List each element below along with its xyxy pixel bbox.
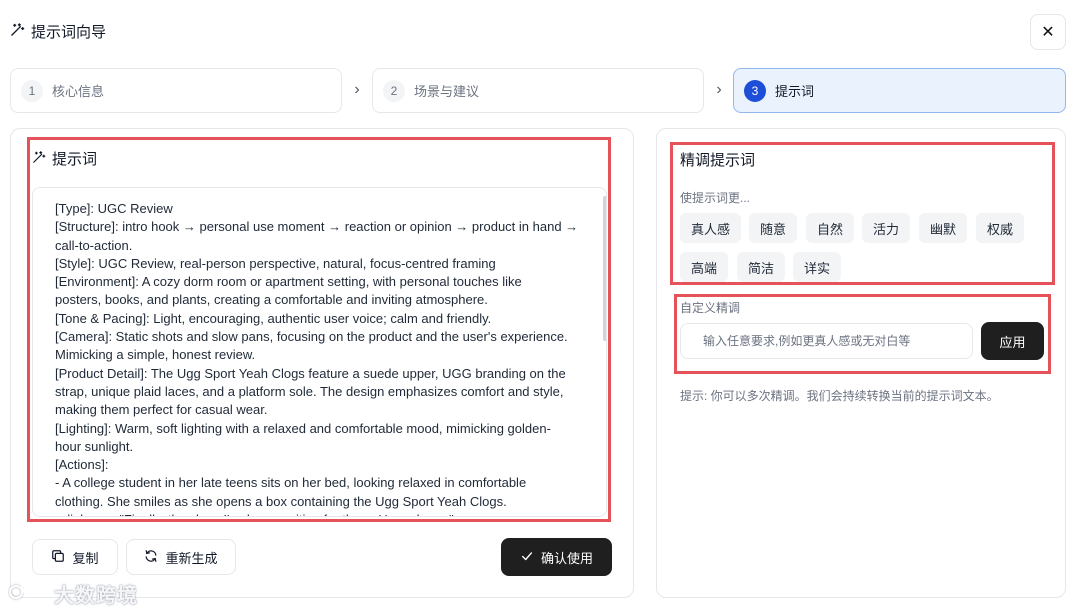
- highlight-box-custom: [674, 294, 1051, 374]
- watermark: 大数跨境: [8, 578, 138, 608]
- regenerate-button[interactable]: 重新生成: [126, 539, 236, 575]
- copy-button[interactable]: 复制: [32, 539, 118, 575]
- chevron-right-icon: ›: [716, 81, 722, 98]
- step-label: 核心信息: [52, 84, 105, 99]
- confirm-button[interactable]: 确认使用: [501, 538, 612, 576]
- highlight-box-prompt: [27, 137, 611, 522]
- step-number: 1: [21, 79, 43, 102]
- copy-button-label: 复制: [72, 550, 99, 566]
- watermark-text: 大数跨境: [54, 584, 138, 607]
- magic-wand-icon: [10, 22, 25, 41]
- check-icon: [520, 549, 534, 566]
- refine-tip: 提示: 你可以多次精调。我们会持续转换当前的提示词文本。: [680, 389, 999, 403]
- step-number: 2: [383, 79, 405, 102]
- step-label: 场景与建议: [414, 84, 480, 99]
- regenerate-button-label: 重新生成: [165, 550, 218, 566]
- dialog-title: 提示词向导: [10, 20, 106, 42]
- step-scene-suggestions[interactable]: 2 场景与建议: [372, 68, 704, 113]
- copy-icon: [51, 549, 65, 566]
- step-prompt[interactable]: 3 提示词: [733, 68, 1066, 113]
- step-label: 提示词: [775, 84, 815, 99]
- confirm-button-label: 确认使用: [540, 550, 593, 566]
- step-core-info[interactable]: 1 核心信息: [10, 68, 342, 113]
- chevron-right-icon: ›: [354, 81, 360, 98]
- step-number: 3: [744, 79, 766, 102]
- watermark-logo-icon: [8, 578, 50, 608]
- close-button[interactable]: ✕: [1030, 14, 1066, 50]
- dialog-title-text: 提示词向导: [31, 23, 107, 41]
- refresh-icon: [144, 549, 158, 566]
- close-icon: ✕: [1041, 24, 1055, 41]
- highlight-box-refine: [670, 142, 1055, 285]
